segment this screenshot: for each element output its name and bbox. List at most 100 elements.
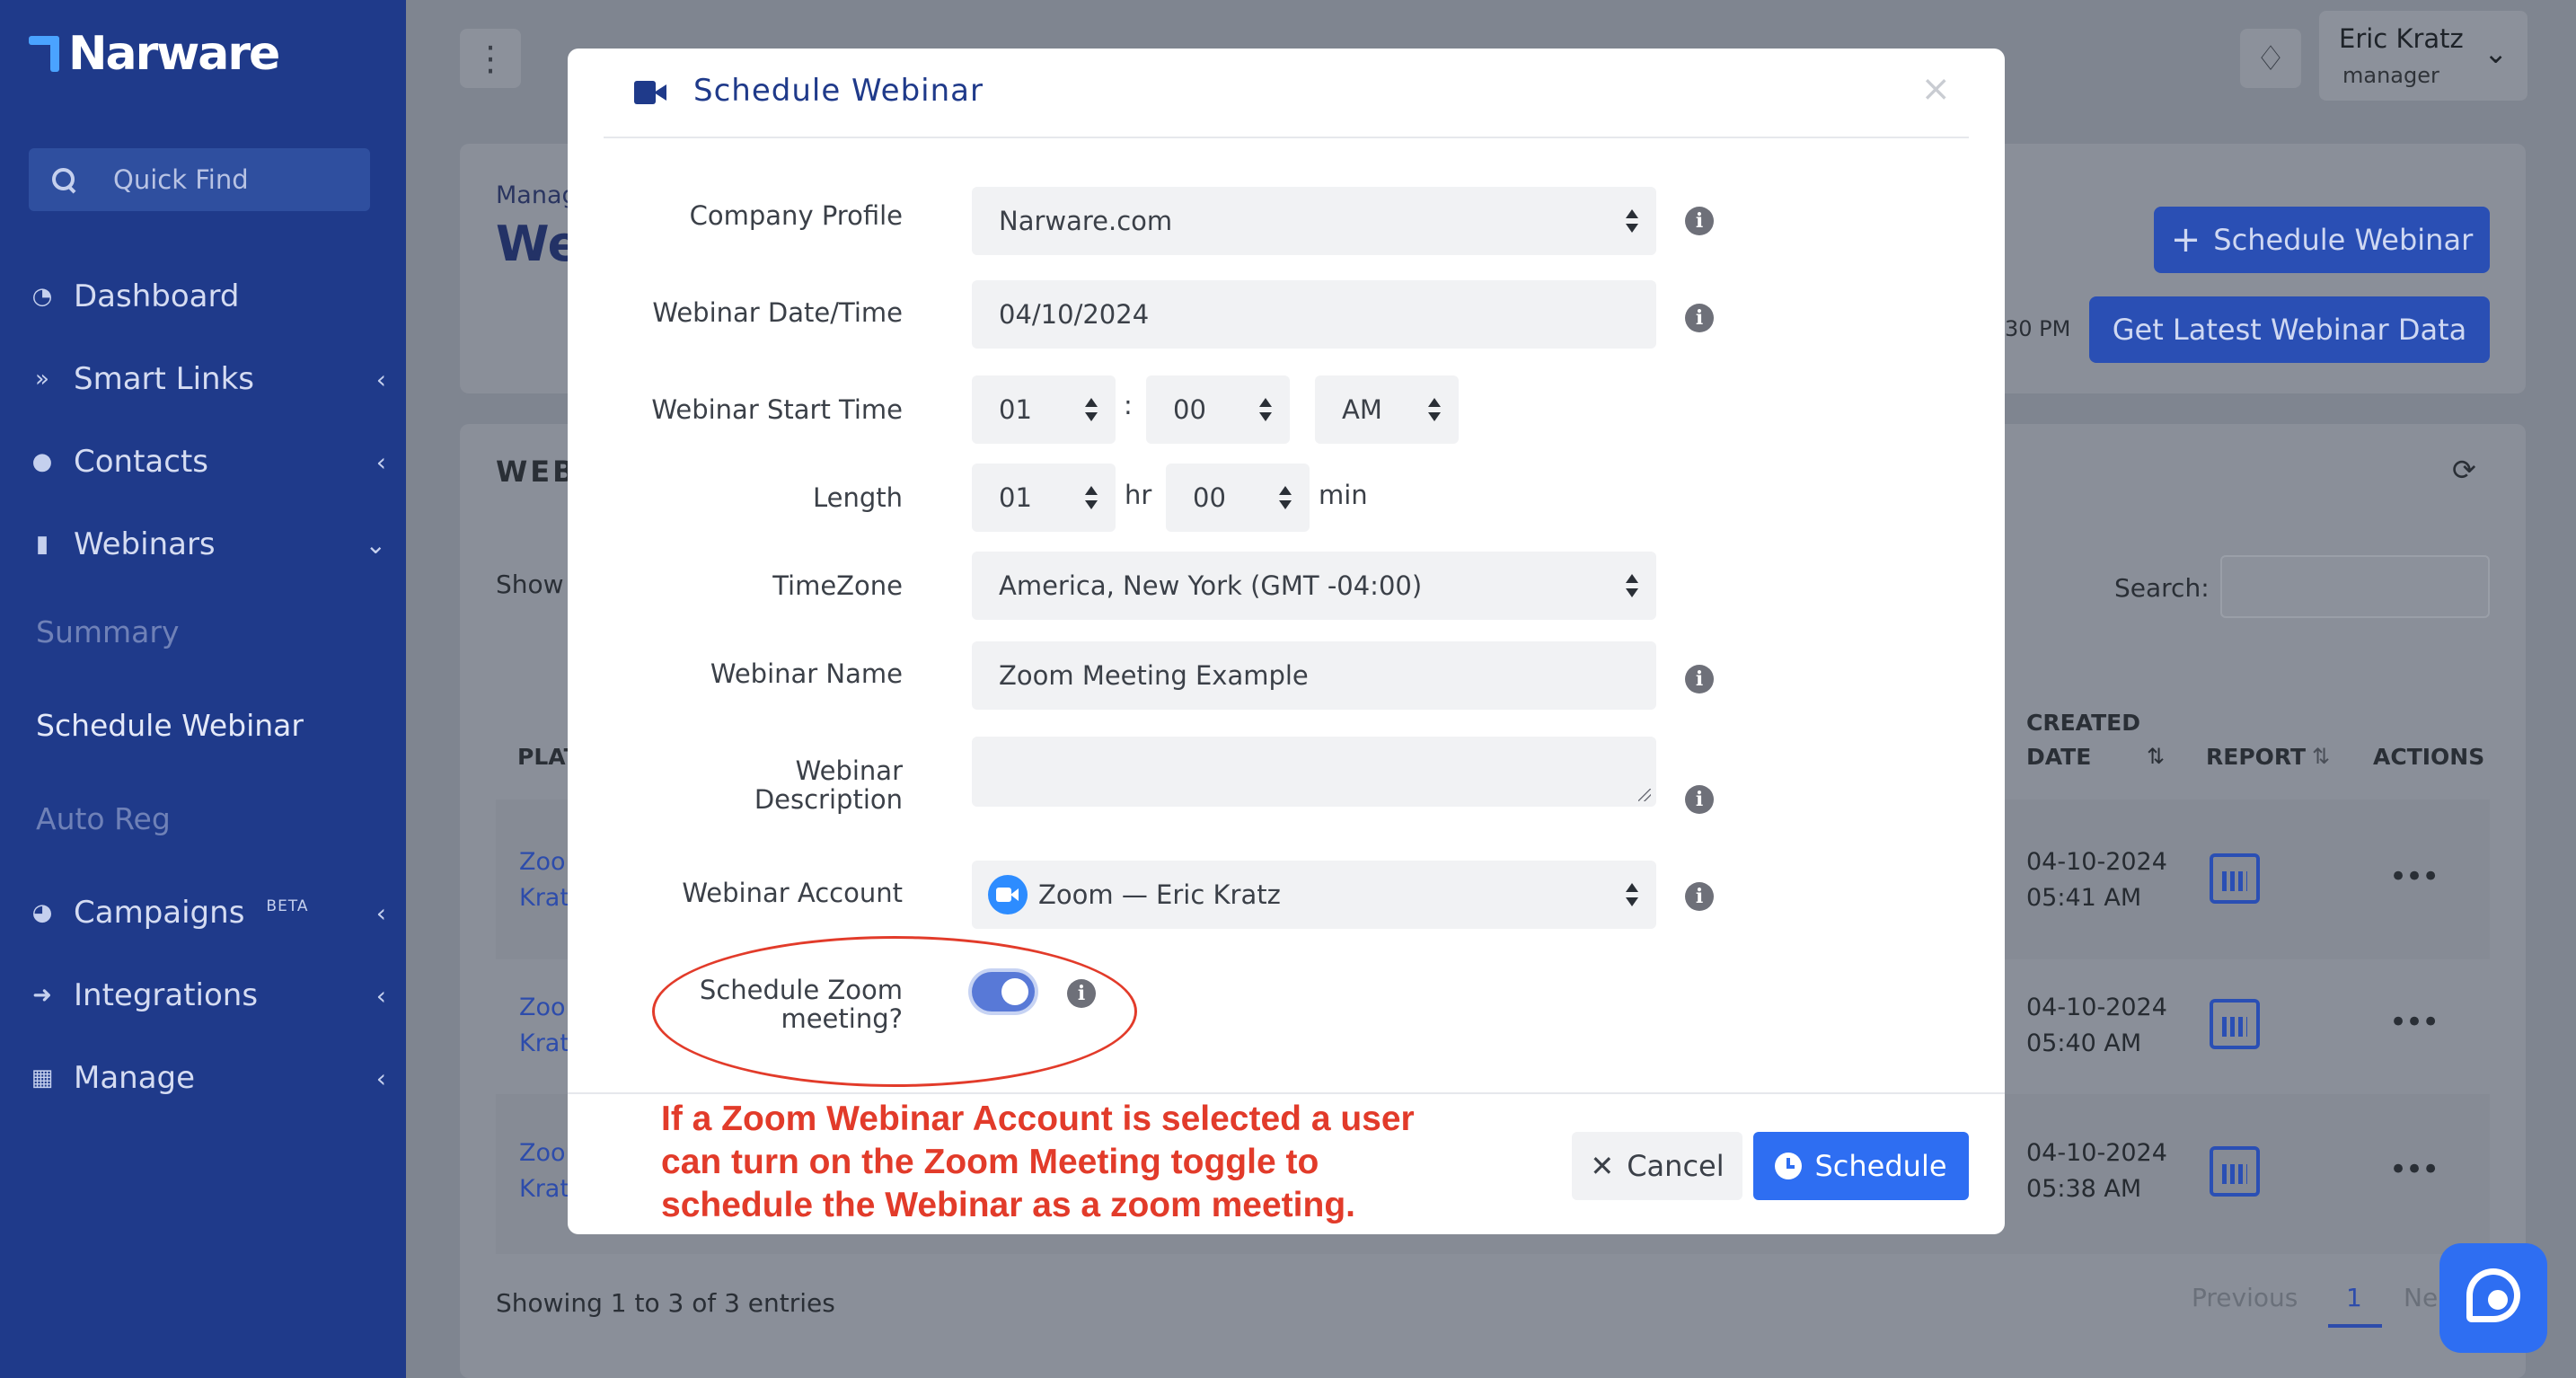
sidebar-subitem-summary[interactable]: Summary	[36, 614, 179, 649]
breadcrumb[interactable]: Manag	[496, 181, 578, 209]
report-chart-icon[interactable]	[2210, 999, 2260, 1049]
webinar-description-label: Webinar Description	[754, 755, 903, 815]
select-arrows-icon	[1626, 883, 1638, 906]
annotation-ellipse	[652, 936, 1137, 1087]
length-hours-value: 01	[999, 482, 1032, 513]
video-icon: ▮	[35, 531, 49, 558]
timezone-value: America, New York (GMT -04:00)	[999, 570, 1423, 601]
user-role: manager	[2342, 63, 2439, 88]
webinar-account-select[interactable]: Zoom — Eric Kratz	[972, 861, 1656, 929]
company-profile-select[interactable]: Narware.com	[972, 187, 1656, 255]
search-icon	[50, 166, 77, 193]
search-label: Search:	[2114, 573, 2210, 603]
pagination-next[interactable]: Ne	[2404, 1283, 2438, 1312]
schedule-label: Schedule	[1814, 1149, 1947, 1183]
cancel-button[interactable]: ✕ Cancel	[1572, 1132, 1742, 1200]
webinar-name-value: Zoom Meeting Example	[999, 660, 1309, 691]
table-search-input[interactable]	[2220, 555, 2490, 618]
chevron-left-icon: ‹	[375, 897, 386, 928]
info-icon[interactable]: i	[1685, 207, 1714, 235]
col-report[interactable]: REPORT	[2206, 744, 2306, 770]
col-created-line1[interactable]: CREATED	[2026, 710, 2140, 736]
chat-support-button[interactable]	[2439, 1243, 2547, 1353]
webinar-date-value: 04/10/2024	[999, 299, 1150, 330]
pagination-previous[interactable]: Previous	[2192, 1283, 2298, 1312]
row-created-date: 04-10-2024 05:40 AM	[2026, 994, 2167, 1057]
sidebar-item-smart-links[interactable]: » Smart Links ‹	[29, 352, 386, 406]
select-arrows-icon	[1428, 398, 1441, 421]
timezone-label: TimeZone	[772, 570, 903, 601]
webinar-start-time-label: Webinar Start Time	[651, 394, 903, 425]
start-hour-value: 01	[999, 394, 1032, 425]
last-updated-time: 30 PM	[2005, 316, 2071, 341]
show-entries-label: Show	[496, 570, 564, 599]
sidebar-item-label: Dashboard	[74, 278, 240, 314]
sidebar-item-label: Integrations	[74, 977, 259, 1013]
sort-icon[interactable]: ⇅	[2147, 744, 2165, 769]
company-profile-label: Company Profile	[689, 200, 903, 231]
sidebar-item-label: Contacts	[74, 444, 208, 480]
row-created-date: 04-10-2024 05:38 AM	[2026, 1139, 2167, 1203]
sidebar-item-webinars[interactable]: ▮ Webinars ⌄	[29, 517, 386, 571]
schedule-button[interactable]: Schedule	[1753, 1132, 1969, 1200]
plus-icon: +	[2170, 219, 2201, 261]
cancel-label: Cancel	[1627, 1149, 1725, 1183]
info-icon[interactable]: i	[1685, 665, 1714, 693]
pagination-page-1[interactable]: 1	[2346, 1283, 2362, 1312]
length-hours-select[interactable]: 01	[972, 464, 1116, 532]
kebab-menu-button[interactable]: ⋮	[460, 29, 521, 88]
select-arrows-icon	[1085, 486, 1098, 509]
quick-find-input[interactable]: Quick Find	[29, 148, 370, 211]
logo[interactable]: Narware	[29, 27, 280, 81]
report-chart-icon[interactable]	[2210, 1146, 2260, 1197]
report-chart-icon[interactable]	[2210, 853, 2260, 904]
col-created-line2[interactable]: DATE	[2026, 744, 2091, 770]
webinar-description-textarea[interactable]	[972, 737, 1656, 807]
start-ampm-select[interactable]: AM	[1315, 375, 1459, 444]
annotation-text: If a Zoom Webinar Account is selected a …	[661, 1100, 1415, 1224]
sidebar-subitem-auto-reg[interactable]: Auto Reg	[36, 801, 171, 836]
start-minute-select[interactable]: 00	[1146, 375, 1290, 444]
sidebar-subitem-schedule-webinar[interactable]: Schedule Webinar	[36, 708, 304, 743]
row-actions-icon[interactable]: •••	[2389, 1004, 2439, 1040]
user-menu[interactable]: Eric Kratz manager ⌄	[2319, 11, 2527, 101]
refresh-icon[interactable]: ⟳	[2452, 453, 2476, 487]
start-hour-select[interactable]: 01	[972, 375, 1116, 444]
select-arrows-icon	[1279, 486, 1292, 509]
sidebar-item-label: Manage	[74, 1060, 196, 1096]
info-icon[interactable]: i	[1685, 785, 1714, 814]
minutes-unit: min	[1319, 480, 1368, 510]
bell-icon[interactable]: ♢	[2240, 29, 2301, 88]
row-actions-icon[interactable]: •••	[2389, 859, 2439, 895]
logo-mark-icon	[29, 36, 59, 72]
select-arrows-icon	[1626, 574, 1638, 597]
sidebar-item-dashboard[interactable]: ◔ Dashboard	[29, 269, 386, 323]
timezone-select[interactable]: America, New York (GMT -04:00)	[972, 552, 1656, 620]
start-minute-value: 00	[1173, 394, 1206, 425]
modal-header: Schedule Webinar ×	[604, 49, 1969, 138]
get-latest-webinar-data-button[interactable]: Get Latest Webinar Data	[2089, 296, 2490, 363]
length-minutes-select[interactable]: 00	[1166, 464, 1310, 532]
sidebar-item-integrations[interactable]: ➜ Integrations ‹	[29, 968, 386, 1022]
info-icon[interactable]: i	[1685, 304, 1714, 332]
sign-in-icon: ➜	[32, 982, 52, 1009]
close-icon[interactable]: ×	[1920, 68, 1951, 110]
sidebar-item-campaigns[interactable]: ◕ Campaigns BETA ‹	[29, 886, 386, 940]
chevron-left-icon: ‹	[375, 364, 386, 394]
resize-handle-icon[interactable]	[1638, 789, 1651, 801]
schedule-webinar-button[interactable]: + Schedule Webinar	[2154, 207, 2490, 273]
chevron-down-icon: ⌄	[2483, 36, 2508, 70]
sidebar-item-manage[interactable]: ▦ Manage ‹	[29, 1051, 386, 1105]
webinar-name-label: Webinar Name	[710, 658, 903, 689]
row-actions-icon[interactable]: •••	[2389, 1152, 2439, 1188]
webinar-date-input[interactable]: 04/10/2024	[972, 280, 1656, 349]
sidebar-item-contacts[interactable]: ● Contacts ‹	[29, 435, 386, 489]
sort-icon[interactable]: ⇅	[2312, 744, 2330, 769]
webinar-name-input[interactable]: Zoom Meeting Example	[972, 641, 1656, 710]
info-icon[interactable]: i	[1685, 882, 1714, 911]
user-name: Eric Kratz	[2339, 23, 2464, 54]
chevron-left-icon: ‹	[375, 1063, 386, 1093]
hours-unit: hr	[1125, 480, 1152, 510]
double-chevron-icon: »	[35, 366, 49, 393]
zoom-logo-icon	[988, 875, 1028, 914]
